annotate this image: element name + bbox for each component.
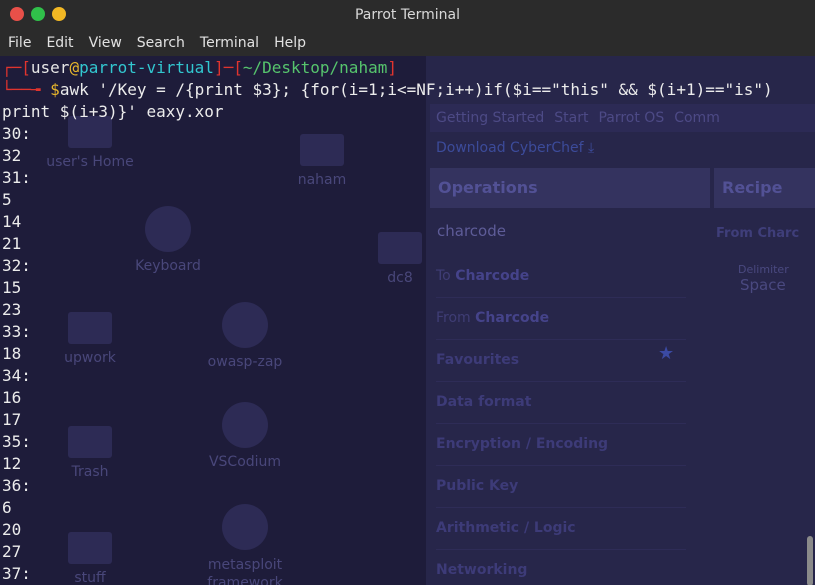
output-line: 30:	[2, 124, 31, 143]
output-line: 23	[2, 300, 22, 319]
output-line: 5	[2, 190, 12, 209]
prompt-bracket-close: ]	[387, 58, 397, 77]
command-line: └──╼ $awk '/Key = /{print $3}; {for(i=1;…	[2, 79, 773, 101]
output-line: 15	[2, 278, 22, 297]
menu-view[interactable]: View	[81, 30, 129, 56]
terminal-scrollbar[interactable]	[807, 536, 813, 585]
output-line: 35:	[2, 432, 31, 451]
output-line: 14	[2, 212, 22, 231]
output-line: 32	[2, 146, 22, 165]
output-line: 36:	[2, 476, 31, 495]
output-line: 20	[2, 520, 22, 539]
prompt-host: parrot-virtual	[79, 58, 214, 77]
menu-search[interactable]: Search	[129, 30, 192, 56]
prompt-bracket: ┌─[	[2, 58, 31, 77]
output-line: 6	[2, 498, 12, 517]
output-line: 34:	[2, 366, 31, 385]
output-line: 16	[2, 388, 22, 407]
prompt-path: ~/Desktop/naham	[242, 58, 388, 77]
prompt-dollar: $	[50, 80, 60, 99]
output-line: 37:	[2, 564, 31, 583]
output-line: 18	[2, 344, 22, 363]
menu-file[interactable]: File	[0, 30, 38, 56]
title-bar[interactable]: Parrot Terminal	[0, 0, 815, 30]
prompt-separator: ]─[	[213, 58, 243, 77]
menu-terminal[interactable]: Terminal	[192, 30, 266, 56]
window-title: Parrot Terminal	[354, 7, 461, 23]
prompt-line: ┌─[user@parrot-virtual]─[~/Desktop/naham…	[2, 57, 397, 79]
menu-edit[interactable]: Edit	[38, 30, 80, 56]
menu-help[interactable]: Help	[266, 30, 313, 56]
output-line: 17	[2, 410, 22, 429]
output-line: 27	[2, 542, 22, 561]
output-line: 21	[2, 234, 22, 253]
output-line: 32:	[2, 256, 31, 275]
terminal-output: ┌─[user@parrot-virtual]─[~/Desktop/naham…	[0, 56, 815, 585]
output-line: 31:	[2, 168, 31, 187]
prompt-corner: └──╼	[2, 80, 51, 99]
terminal-window: Parrot Terminal File Edit View Search Te…	[0, 0, 815, 585]
command-text-1: awk '/Key = /{print $3}; {for(i=1;i<=NF;…	[59, 80, 773, 99]
prompt-at: @	[69, 58, 80, 77]
prompt-user: user	[30, 58, 70, 77]
output-line: 12	[2, 454, 22, 473]
command-continuation: print $(i+3)}' eaxy.xor	[2, 102, 224, 121]
menu-bar: File Edit View Search Terminal Help	[0, 30, 815, 56]
terminal-area[interactable]: user's Home Keyboard upwork owasp-zap Tr…	[0, 56, 815, 585]
output-line: 33:	[2, 322, 31, 341]
